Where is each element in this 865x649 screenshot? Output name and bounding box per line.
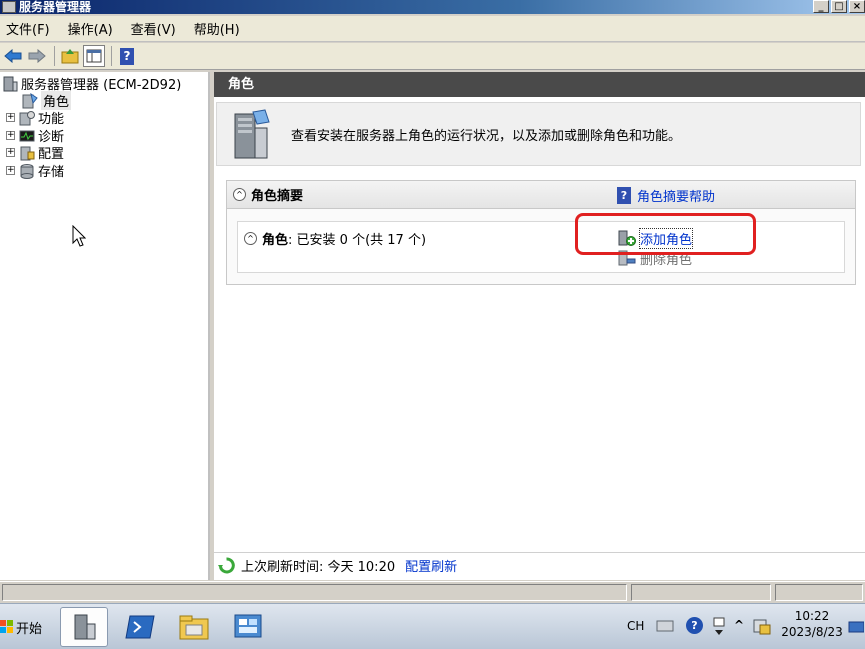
- intro-text: 查看安装在服务器上角色的运行状况，以及添加或删除角色和功能。: [291, 128, 682, 144]
- status-cell: [2, 584, 627, 601]
- diagnostics-icon: [19, 128, 35, 144]
- forward-arrow-icon[interactable]: [26, 45, 48, 67]
- roles-status-row: ^ 角色 : 已安装 0 个(共 17 个): [244, 229, 426, 248]
- toolbar-separator: [111, 46, 112, 66]
- help-glyph: ?: [120, 47, 134, 65]
- taskbar-control-panel[interactable]: [224, 607, 272, 647]
- last-refresh-text: 上次刷新时间: 今天 10:20: [241, 560, 396, 575]
- status-cell: [631, 584, 771, 601]
- menu-action[interactable]: 操作(A): [68, 19, 113, 38]
- storage-icon: [19, 163, 35, 179]
- expand-icon[interactable]: +: [6, 148, 15, 157]
- tree-item-features[interactable]: + 功能: [6, 109, 65, 127]
- expand-icon[interactable]: +: [6, 113, 15, 122]
- menu-bar: 文件(F) 操作(A) 查看(V) 帮助(H): [0, 16, 865, 42]
- start-label: 开始: [16, 621, 43, 637]
- tree-item-label: 功能: [38, 112, 65, 127]
- server-icon: [2, 76, 18, 92]
- minimize-button[interactable]: _: [813, 0, 829, 13]
- folder-icon: [179, 615, 209, 640]
- taskbar-explorer[interactable]: [170, 607, 218, 647]
- network-icon[interactable]: [752, 616, 772, 636]
- window-title: 服务器管理器: [19, 0, 92, 14]
- clock-date: 2023/8/23: [781, 625, 843, 639]
- collapse-icon[interactable]: ^: [244, 232, 257, 245]
- console-tree: 服务器管理器 (ECM-2D92) 角色 + 功能 + 诊断 + 配置 + 存储: [0, 72, 210, 580]
- tree-item-diagnostics[interactable]: + 诊断: [6, 127, 64, 145]
- show-hidden-icons-button[interactable]: ^: [734, 618, 744, 632]
- tree-root[interactable]: 服务器管理器 (ECM-2D92): [2, 75, 181, 93]
- intro-panel: 查看安装在服务器上角色的运行状况，以及添加或删除角色和功能。: [216, 102, 861, 166]
- windows-flag-icon: [0, 620, 13, 633]
- summary-header: ^ 角色摘要 ? 角色摘要帮助: [227, 181, 855, 209]
- help-icon: ?: [617, 187, 631, 204]
- tree-item-label: 配置: [38, 147, 65, 162]
- clock-time: 10:22: [794, 609, 830, 623]
- roles-summary-section: ^ 角色摘要 ? 角色摘要帮助 ^ 角色 : 已安装 0 个(共 17 个) 添…: [226, 180, 856, 285]
- summary-help-link[interactable]: ? 角色摘要帮助: [617, 186, 715, 205]
- help-icon[interactable]: ?: [116, 45, 138, 67]
- features-icon: [19, 110, 35, 126]
- start-button[interactable]: 开始: [0, 610, 48, 644]
- keyboard-icon[interactable]: [656, 618, 674, 632]
- up-folder-icon[interactable]: [59, 45, 81, 67]
- highlight-annotation: [575, 213, 756, 255]
- taskbar: 开始 CH ? ^ 10:22 2023/8/23: [0, 603, 865, 649]
- toolbar-separator: [54, 46, 55, 66]
- taskbar-powershell[interactable]: [116, 607, 164, 647]
- tree-item-configuration[interactable]: + 配置: [6, 144, 65, 162]
- tree-item-roles[interactable]: 角色: [22, 91, 72, 110]
- language-indicator[interactable]: CH: [627, 619, 644, 633]
- expand-icon[interactable]: +: [6, 166, 15, 175]
- configuration-icon: [19, 145, 35, 161]
- mouse-cursor-icon: [72, 225, 86, 247]
- status-cell: [775, 584, 863, 601]
- taskbar-server-manager[interactable]: [60, 607, 108, 647]
- maximize-button[interactable]: □: [831, 0, 847, 13]
- show-desktop-icon[interactable]: [848, 620, 864, 634]
- server-manager-icon: [74, 614, 96, 640]
- toolbar: ?: [0, 43, 865, 70]
- refresh-icon: [218, 557, 235, 574]
- summary-title: 角色摘要: [251, 189, 304, 204]
- server-roles-icon: [234, 109, 270, 159]
- console-tree-icon[interactable]: [83, 45, 105, 67]
- clock[interactable]: 10:22 2023/8/23: [780, 608, 844, 640]
- tree-item-label: 存储: [38, 165, 65, 180]
- roles-status: : 已安装 0 个(共 17 个): [288, 233, 427, 248]
- window-controls: _ □ ×: [813, 0, 865, 13]
- back-arrow-icon[interactable]: [2, 45, 24, 67]
- roles-icon: [22, 92, 38, 109]
- tree-item-storage[interactable]: + 存储: [6, 162, 65, 180]
- status-bar: [0, 581, 865, 603]
- menu-help[interactable]: 帮助(H): [194, 19, 240, 38]
- roles-label: 角色: [262, 233, 289, 248]
- menu-view[interactable]: 查看(V): [131, 19, 176, 38]
- summary-help-label: 角色摘要帮助: [637, 190, 716, 205]
- control-panel-icon: [234, 614, 262, 638]
- menu-file[interactable]: 文件(F): [6, 19, 50, 38]
- server-manager-icon: [2, 1, 16, 13]
- help-tray-icon[interactable]: ?: [686, 617, 703, 634]
- expand-icon[interactable]: +: [6, 131, 15, 140]
- options-icon[interactable]: [712, 616, 726, 636]
- close-button[interactable]: ×: [849, 0, 865, 13]
- roles-pane: 角色 查看安装在服务器上角色的运行状况，以及添加或删除角色和功能。 ^ 角色摘要…: [214, 72, 865, 580]
- title-bar: 服务器管理器 _ □ ×: [0, 0, 865, 14]
- pane-header: 角色: [214, 72, 865, 97]
- collapse-icon[interactable]: ^: [233, 188, 246, 201]
- configure-refresh-link[interactable]: 配置刷新: [405, 556, 457, 575]
- powershell-icon: [125, 615, 155, 639]
- refresh-status-bar: 上次刷新时间: 今天 10:20 配置刷新: [214, 552, 865, 578]
